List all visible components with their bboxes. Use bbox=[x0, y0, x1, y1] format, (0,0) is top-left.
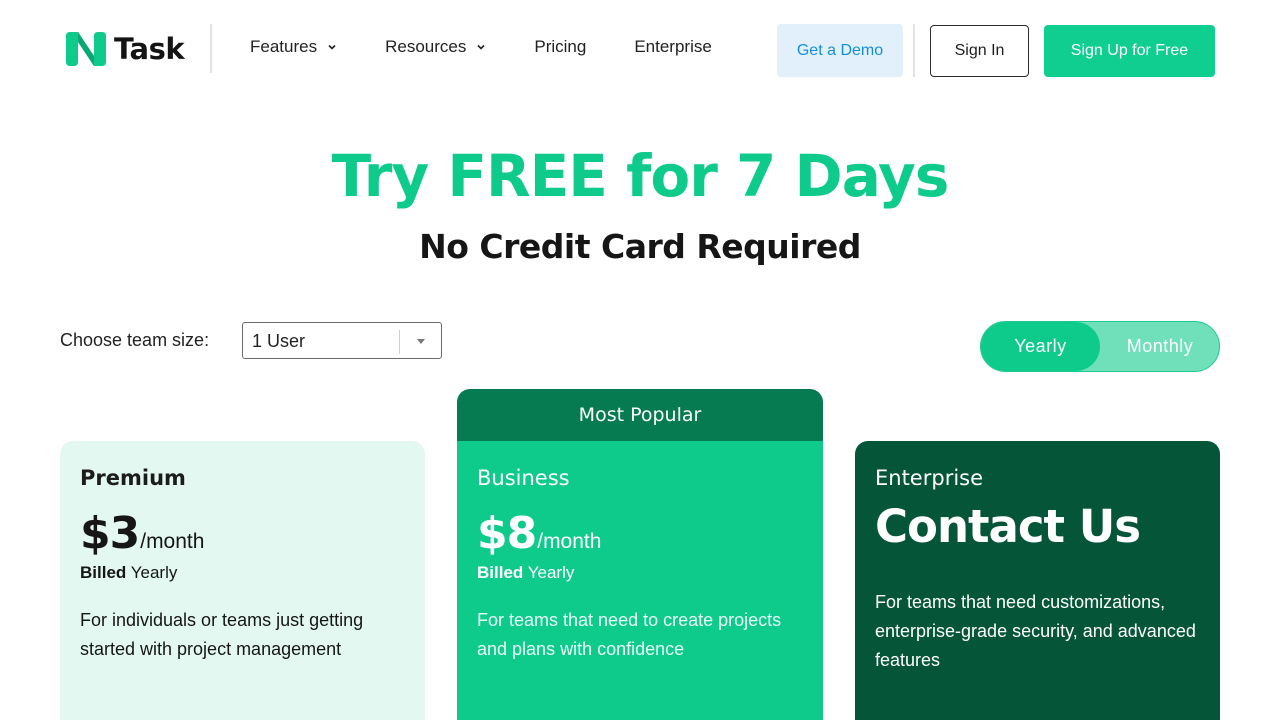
main-nav: Features Resources Pricing Enterprise bbox=[250, 35, 760, 59]
plan-price: $3 bbox=[80, 508, 140, 559]
team-size-select[interactable]: 1 User bbox=[242, 322, 442, 359]
plan-card-enterprise: Enterprise Contact Us For teams that nee… bbox=[855, 441, 1220, 720]
team-size-label: Choose team size: bbox=[60, 330, 210, 350]
plan-description: For teams that need to create projects a… bbox=[477, 610, 782, 659]
header-divider bbox=[210, 24, 212, 73]
most-popular-badge: Most Popular bbox=[457, 389, 823, 441]
billing-note: Billed Yearly bbox=[80, 563, 405, 583]
nav-item-pricing[interactable]: Pricing bbox=[534, 35, 586, 59]
nav-item-label: Pricing bbox=[534, 37, 587, 56]
sign-in-button[interactable]: Sign In bbox=[930, 25, 1029, 77]
get-demo-button[interactable]: Get a Demo bbox=[777, 24, 903, 77]
hero-subtitle: No Credit Card Required bbox=[419, 227, 861, 266]
chevron-down-icon bbox=[328, 44, 336, 50]
chevron-down-icon bbox=[477, 44, 485, 50]
plan-price: $8 bbox=[477, 508, 537, 559]
nav-item-label: Features bbox=[250, 37, 318, 56]
plan-name: Business bbox=[477, 466, 570, 490]
billed-label: Billed bbox=[80, 563, 127, 582]
site-header: Task Features Resources Pricing Enterpri… bbox=[0, 0, 1280, 100]
price-period: /month bbox=[140, 530, 205, 553]
nav-item-label: Enterprise bbox=[634, 37, 712, 56]
plan-card-premium: Premium $3 /month Billed Yearly For indi… bbox=[60, 441, 425, 720]
plan-description: For individuals or teams just getting st… bbox=[80, 610, 364, 659]
price-row: $3 /month bbox=[80, 508, 405, 559]
billed-value: Yearly bbox=[527, 563, 575, 582]
price-row: $8 /month bbox=[477, 508, 803, 559]
select-separator bbox=[399, 330, 400, 354]
price-period: /month bbox=[537, 530, 602, 553]
sign-up-button[interactable]: Sign Up for Free bbox=[1044, 25, 1215, 77]
billing-option-yearly[interactable]: Yearly bbox=[981, 322, 1100, 371]
ntask-logo-icon bbox=[66, 32, 106, 66]
billing-option-monthly[interactable]: Monthly bbox=[1101, 322, 1219, 371]
billing-toggle: Yearly Monthly bbox=[980, 321, 1220, 372]
nav-item-resources[interactable]: Resources bbox=[385, 35, 486, 59]
nav-item-enterprise[interactable]: Enterprise bbox=[634, 35, 711, 59]
brand-name: Task bbox=[114, 32, 185, 66]
contact-us-heading: Contact Us bbox=[875, 500, 1141, 553]
brand-logo[interactable]: Task bbox=[64, 30, 185, 68]
billed-label: Billed bbox=[477, 563, 524, 582]
caret-down-icon bbox=[417, 339, 425, 344]
billed-value: Yearly bbox=[130, 563, 178, 582]
nav-item-features[interactable]: Features bbox=[250, 35, 337, 59]
plan-description: For teams that need customizations, ente… bbox=[875, 592, 1196, 670]
plan-name: Premium bbox=[80, 466, 186, 490]
plan-card-business: Business $8 /month Billed Yearly For tea… bbox=[457, 441, 823, 720]
team-size-value: 1 User bbox=[252, 331, 306, 351]
header-divider bbox=[913, 24, 915, 77]
billing-note: Billed Yearly bbox=[477, 563, 803, 583]
nav-item-label: Resources bbox=[385, 37, 467, 56]
hero-title: Try FREE for 7 Days bbox=[331, 142, 950, 210]
plan-name: Enterprise bbox=[875, 466, 984, 490]
